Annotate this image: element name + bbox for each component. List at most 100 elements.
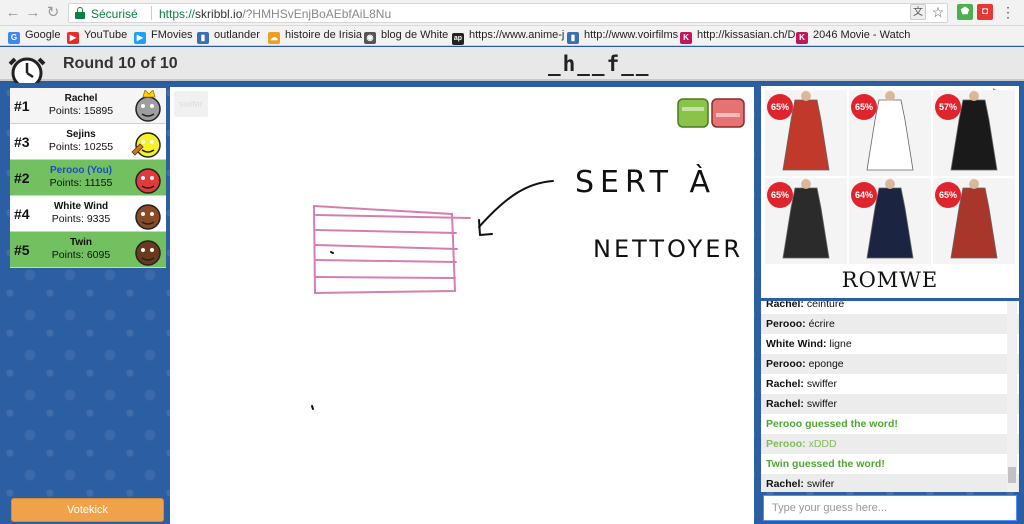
player-rank: #4 xyxy=(14,206,30,222)
player-points: Points: 10255 xyxy=(48,141,114,153)
player-row[interactable]: #3 Sejins Points: 10255 xyxy=(10,124,166,160)
kissasian-icon: K xyxy=(680,32,692,44)
browser-toolbar: ← → ↻ Sécurisé https://skribbl.io/?HMHSv… xyxy=(0,0,1024,26)
bookmark-icon: ▮ xyxy=(567,32,579,44)
youtube-icon: ▶ xyxy=(67,32,79,44)
player-row[interactable]: #2 Perooo (You) Points: 11155 xyxy=(10,160,166,196)
chat-text: écrire xyxy=(808,318,835,330)
ad-product[interactable]: 57% xyxy=(933,90,1015,176)
player-points: Points: 15895 xyxy=(48,105,114,117)
player-name: Rachel xyxy=(64,93,98,104)
player-row[interactable]: #1 Rachel Points: 15895 xyxy=(10,88,166,124)
bookmark-item[interactable]: ▶ FMovies xyxy=(134,29,193,44)
avatar-icon xyxy=(131,132,161,158)
thumbs-up-icon[interactable] xyxy=(677,98,709,128)
bookmark-item[interactable]: G Google xyxy=(8,29,60,44)
player-points: Points: 11155 xyxy=(49,177,113,189)
bookmark-item[interactable]: ▶ YouTube xyxy=(67,29,127,44)
bookmark-star-icon[interactable]: ☆ xyxy=(930,4,946,20)
chat-message: White Wind: ligne xyxy=(761,334,1019,354)
chat-text: ceinture xyxy=(806,301,845,310)
kissasian-icon: K xyxy=(796,32,808,44)
ad-product[interactable]: 65% xyxy=(765,90,847,176)
chat-user: Rachel: xyxy=(766,478,804,490)
bookmark-item[interactable]: ap https://www.anime-j xyxy=(452,29,564,45)
discount-badge: 65% xyxy=(767,182,793,208)
player-rank: #3 xyxy=(14,134,30,150)
translate-icon[interactable]: 文 xyxy=(910,4,926,20)
chat-message: Rachel: ceinture xyxy=(761,301,1019,314)
reload-icon[interactable]: ↻ xyxy=(44,4,62,22)
discount-badge: 65% xyxy=(767,94,793,120)
player-name: Twin xyxy=(69,237,93,248)
fmovies-icon: ▶ xyxy=(134,32,146,44)
chat-log: Rachel: ceinture Perooo: écrire White Wind… xyxy=(761,301,1019,492)
chat-user: Perooo: xyxy=(766,438,806,450)
bookmark-item[interactable]: ☁ histoire de Irisia xyxy=(268,29,362,44)
chat-message: Rachel: swiffer xyxy=(761,394,1019,414)
back-arrow-icon[interactable]: ← xyxy=(4,4,22,22)
forward-arrow-icon[interactable]: → xyxy=(24,4,42,22)
chat-text: xDDD xyxy=(808,438,837,450)
anime-icon: ap xyxy=(452,33,464,45)
bookmark-item[interactable]: Khttp://kissasian.ch/D xyxy=(680,29,795,44)
chat-scrollbar[interactable] xyxy=(1007,301,1017,492)
handwritten-text: SERT À xyxy=(575,164,716,200)
player-points: Points: 6095 xyxy=(51,249,111,261)
chat-user: Perooo: xyxy=(766,318,806,330)
drawing-canvas[interactable]: SERT À NETTOYER xyxy=(170,87,754,524)
avatar-icon xyxy=(135,240,161,266)
bookmark-item[interactable]: ▮ http://www.voirfilms xyxy=(567,29,678,44)
player-name: White Wind xyxy=(53,201,109,212)
bookmarks-bar: G Google ▶ YouTube ▶ FMovies ▮ outlander ☁ hi… xyxy=(0,26,1024,46)
google-icon: G xyxy=(8,32,20,44)
url-text: https://skribbl.io/?HMHSvEnjBoAEbfAiL8Nu xyxy=(159,7,392,21)
player-row[interactable]: #4 White Wind Points: 9335 xyxy=(10,196,166,232)
ad-product[interactable]: 65% xyxy=(849,90,931,176)
extension-icon[interactable]: ⬟ xyxy=(957,4,973,20)
player-points: Points: 9335 xyxy=(51,213,111,225)
chat-message: Perooo guessed the word! xyxy=(761,414,1019,434)
canvas-hint-chip: swifer xyxy=(174,91,208,117)
chat-text: Perooo guessed the word! xyxy=(766,418,898,430)
discount-badge: 65% xyxy=(935,182,961,208)
discount-badge: 65% xyxy=(851,94,877,120)
ad-product[interactable]: 64% xyxy=(849,178,931,264)
avatar-icon xyxy=(135,168,161,194)
chat-message: Rachel: swifer xyxy=(761,474,1019,492)
chat-text: swifer xyxy=(806,478,835,490)
ad-product[interactable]: 65% xyxy=(765,178,847,264)
chat-text: swiffer xyxy=(806,378,838,390)
chat-user: Perooo: xyxy=(766,358,806,370)
bookmark-item[interactable]: K 2046 Movie - Watch xyxy=(796,29,910,44)
chat-message: Twin guessed the word! xyxy=(761,454,1019,474)
chat-scrollbar-thumb[interactable] xyxy=(1008,467,1016,483)
guess-input[interactable] xyxy=(763,495,1017,521)
address-bar[interactable]: Sécurisé https://skribbl.io/?HMHSvEnjBoA… xyxy=(68,3,948,23)
player-name: Sejins xyxy=(66,129,96,140)
word-hint: _h__f__ xyxy=(548,52,651,76)
lock-icon xyxy=(75,7,85,19)
bookmark-item[interactable]: ◉ blog de White xyxy=(364,29,448,44)
thumbs-down-icon[interactable] xyxy=(711,98,745,128)
pocket-icon[interactable]: ◘ xyxy=(977,4,993,20)
chat-text: ligne xyxy=(829,338,852,350)
chat-message: Perooo: eponge xyxy=(761,354,1019,374)
votekick-button[interactable]: Votekick xyxy=(11,498,164,522)
advertisement[interactable]: ✕ 65%65%57%65%64%65% ROMWE xyxy=(761,86,1019,298)
player-name: Perooo (You) xyxy=(49,165,113,176)
chat-message: Rachel: swiffer xyxy=(761,374,1019,394)
avatar-icon xyxy=(135,90,161,122)
chat-text: eponge xyxy=(808,358,844,370)
round-indicator: Round 10 of 10 xyxy=(63,55,178,72)
chat-message: Perooo: écrire xyxy=(761,314,1019,334)
player-row[interactable]: #5 Twin Points: 6095 xyxy=(10,232,166,268)
bookmark-item[interactable]: ▮ outlander xyxy=(197,29,260,44)
player-rank: #1 xyxy=(14,98,30,114)
player-list: #1 Rachel Points: 15895 #3 Sejins Points: 102… xyxy=(10,88,166,268)
discount-badge: 57% xyxy=(935,94,961,120)
menu-icon[interactable]: ⋮ xyxy=(1000,4,1016,20)
chat-message: Perooo: xDDD xyxy=(761,434,1019,454)
chat-user: Rachel: xyxy=(766,398,804,410)
ad-product[interactable]: 65% xyxy=(933,178,1015,264)
